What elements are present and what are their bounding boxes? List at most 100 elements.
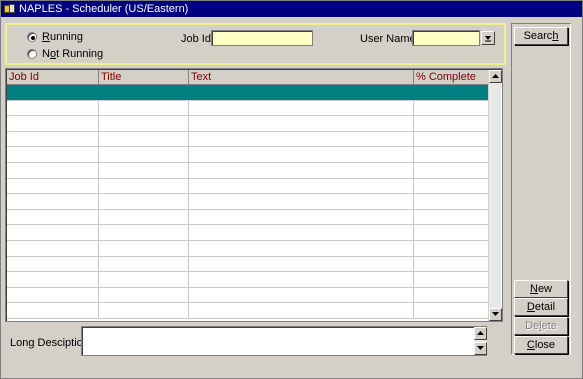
table-cell-percent-complete [414,147,490,162]
table-cell-text [189,85,414,100]
description-scrollbar[interactable] [474,327,487,355]
arrow-down-icon [492,312,499,316]
table-cell-job-id [7,131,99,147]
table-cell-text [189,225,414,240]
table-cell-percent-complete [414,132,490,147]
table-cell-text [189,303,414,318]
table-cell-title [99,100,189,116]
table-row[interactable] [7,303,490,319]
table-row[interactable] [7,162,490,179]
table-cell-title [99,272,189,287]
table-cell-job-id [7,272,99,287]
table-cell-title [99,116,189,131]
table-cell-text [189,147,414,162]
table-row[interactable] [7,85,490,101]
table-row[interactable] [7,209,490,226]
table-cell-job-id [7,303,99,318]
new-button[interactable]: New [514,280,568,298]
not-running-radio-dot[interactable] [27,49,37,59]
table-cell-title [99,240,189,256]
table-cell-title [99,147,189,162]
table-row[interactable] [7,240,490,257]
table-cell-percent-complete [414,116,490,131]
table-cell-text [189,194,414,209]
table-cell-percent-complete [414,241,490,256]
table-cell-title [99,85,189,100]
table-cell-job-id [7,100,99,116]
table-vertical-scrollbar[interactable] [488,70,502,321]
table-cell-title [99,225,189,240]
table-cell-text [189,240,414,256]
running-radio[interactable]: Running [27,31,83,43]
table-cell-title [99,303,189,318]
arrow-down-icon [477,346,484,350]
scheduler-window: NAPLES - Scheduler (US/Eastern) Running … [0,0,583,379]
close-button[interactable]: Close [514,336,568,354]
window-title: NAPLES - Scheduler (US/Eastern) [19,3,189,15]
not-running-radio[interactable]: Not Running [27,48,103,60]
column-header-job-id[interactable]: Job Id [7,70,99,84]
table-cell-text [189,100,414,116]
table-cell-job-id [7,85,99,100]
table-cell-job-id [7,209,99,225]
user-name-dropdown-button[interactable] [481,31,495,45]
jobs-table-header: Job Id Title Text % Complete [7,70,490,85]
table-cell-percent-complete [414,210,490,225]
running-label: Running [42,31,83,43]
table-cell-job-id [7,162,99,178]
table-cell-text [189,178,414,194]
table-row[interactable] [7,116,490,132]
table-cell-title [99,256,189,272]
jobs-table: Job Id Title Text % Complete [5,68,503,322]
scroll-down-button[interactable] [489,308,502,321]
table-cell-percent-complete [414,225,490,240]
table-cell-percent-complete [414,194,490,209]
table-cell-percent-complete [414,288,490,303]
table-cell-job-id [7,240,99,256]
table-cell-job-id [7,178,99,194]
table-row[interactable] [7,147,490,163]
delete-button[interactable]: De l ete [514,317,568,335]
table-row[interactable] [7,194,490,210]
user-name-field[interactable] [412,30,480,46]
chevron-down-icon [485,36,491,42]
detail-button[interactable]: Detail [514,298,568,316]
column-header-title[interactable]: Title [99,70,189,84]
table-cell-percent-complete [414,257,490,272]
title-bar[interactable]: NAPLES - Scheduler (US/Eastern) [1,1,582,17]
table-cell-job-id [7,194,99,209]
column-header-percent-complete[interactable]: % Complete [414,70,490,84]
table-cell-job-id [7,116,99,131]
desc-scroll-down-button[interactable] [474,342,487,355]
table-cell-title [99,162,189,178]
column-header-text[interactable]: Text [189,70,414,84]
app-icon [4,3,16,15]
table-row[interactable] [7,178,490,195]
table-row[interactable] [7,225,490,241]
search-button[interactable]: Searc h [514,27,568,45]
long-description-field[interactable] [81,326,487,356]
desc-scroll-up-button[interactable] [474,327,487,340]
table-cell-title [99,194,189,209]
table-row[interactable] [7,272,490,288]
table-cell-job-id [7,225,99,240]
long-description-label: Long Desciption [10,337,89,349]
table-row[interactable] [7,256,490,273]
running-radio-dot[interactable] [27,32,37,42]
table-cell-title [99,178,189,194]
arrow-up-icon [492,74,499,78]
jobs-table-body [7,85,490,321]
table-row[interactable] [7,131,490,148]
table-cell-job-id [7,147,99,162]
table-row[interactable] [7,100,490,117]
table-cell-percent-complete [414,303,490,318]
scroll-up-button[interactable] [489,70,502,83]
job-id-field[interactable] [211,30,313,46]
table-row[interactable] [7,287,490,304]
arrow-up-icon [477,331,484,335]
table-cell-job-id [7,287,99,303]
table-cell-text [189,131,414,147]
table-cell-percent-complete [414,85,490,100]
not-running-label: Not Running [42,48,104,60]
table-cell-text [189,287,414,303]
